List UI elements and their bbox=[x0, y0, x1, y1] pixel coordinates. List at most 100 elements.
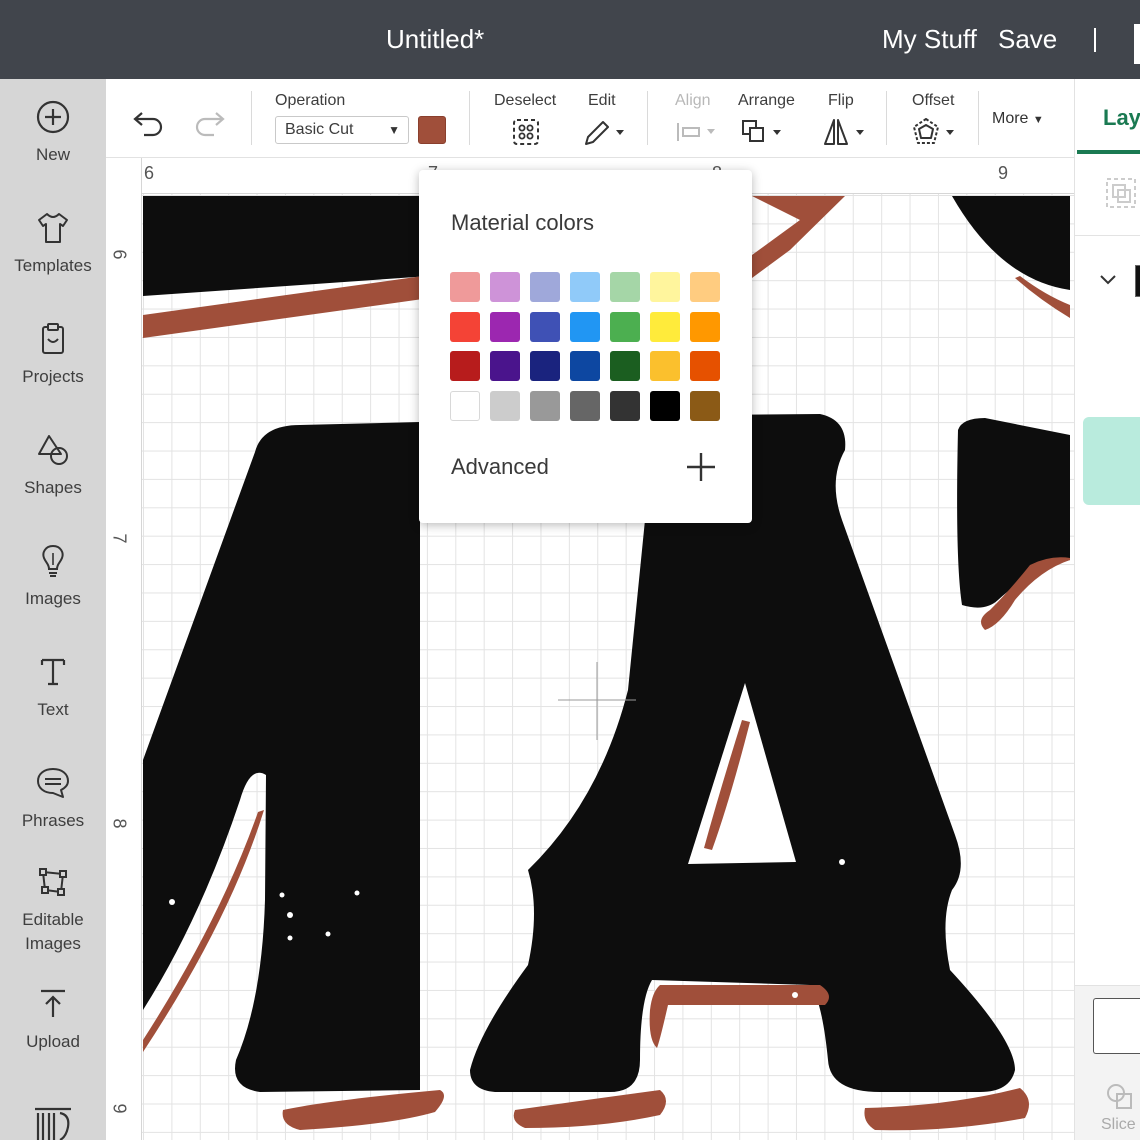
sidebar-item-phrases[interactable]: Phrases bbox=[0, 765, 106, 833]
sidebar-item-text[interactable]: Text bbox=[0, 654, 106, 722]
monogram-icon[interactable] bbox=[33, 1103, 73, 1140]
sidebar-item-label: Templates bbox=[14, 256, 92, 275]
text-icon bbox=[40, 658, 66, 686]
operation-label: Operation bbox=[275, 92, 346, 109]
layers-panel: Laye Slice bbox=[1074, 79, 1140, 1140]
shapes-icon bbox=[38, 435, 68, 465]
sidebar-item-label: Phrases bbox=[21, 811, 85, 830]
color-swatch[interactable] bbox=[490, 272, 520, 302]
ruler-tick-label: 6 bbox=[109, 249, 130, 260]
flip-dropdown-icon[interactable] bbox=[822, 117, 868, 147]
color-swatch[interactable] bbox=[610, 311, 640, 342]
sidebar-item-templates[interactable]: Templates bbox=[0, 210, 106, 278]
layer-thumbnail[interactable] bbox=[1135, 265, 1140, 297]
sidebar-item-projects[interactable]: Projects bbox=[0, 321, 106, 389]
align-label: Align bbox=[675, 92, 711, 109]
color-swatch[interactable] bbox=[530, 272, 560, 302]
save-button[interactable]: Save bbox=[998, 24, 1057, 55]
panel-footer: Slice bbox=[1075, 985, 1140, 1140]
top-bar-overflow-edge bbox=[1134, 24, 1140, 64]
distress-speck bbox=[169, 899, 175, 905]
color-swatch[interactable] bbox=[610, 272, 640, 302]
distress-speck bbox=[287, 912, 293, 918]
active-tab-indicator bbox=[1077, 150, 1140, 154]
color-swatch[interactable] bbox=[530, 390, 560, 421]
distress-speck bbox=[839, 859, 845, 865]
color-swatch[interactable] bbox=[690, 311, 720, 342]
sidebar-item-images[interactable]: Images bbox=[0, 543, 106, 611]
slice-icon[interactable] bbox=[1105, 1082, 1135, 1112]
toolbar-divider bbox=[978, 91, 979, 145]
letter-shadow-shape bbox=[752, 196, 845, 278]
color-swatch[interactable] bbox=[650, 311, 680, 342]
more-dropdown-button[interactable]: More ▼ bbox=[992, 110, 1044, 128]
advanced-label[interactable]: Advanced bbox=[451, 454, 549, 480]
deselect-icon[interactable] bbox=[511, 117, 541, 147]
sidebar-item-new[interactable]: New bbox=[0, 99, 106, 167]
letter-shadow-shape bbox=[513, 1090, 666, 1128]
color-swatch[interactable] bbox=[690, 390, 720, 421]
pencil-dropdown-icon[interactable] bbox=[583, 117, 627, 147]
color-swatch[interactable] bbox=[610, 390, 640, 421]
sidebar-item-shapes[interactable]: Shapes bbox=[0, 432, 106, 500]
arrange-dropdown-icon[interactable] bbox=[740, 117, 784, 147]
color-swatch[interactable] bbox=[650, 272, 680, 302]
align-dropdown-icon[interactable] bbox=[676, 121, 720, 143]
lightbulb-icon bbox=[42, 544, 64, 577]
color-swatch[interactable] bbox=[490, 390, 520, 421]
operation-select[interactable]: Basic Cut ▼ bbox=[275, 116, 409, 144]
my-stuff-link[interactable]: My Stuff bbox=[882, 24, 977, 55]
color-swatch[interactable] bbox=[570, 390, 600, 421]
ruler-tick-label: 9 bbox=[998, 163, 1009, 183]
group-icon[interactable] bbox=[1105, 177, 1137, 209]
clipboard-icon bbox=[42, 323, 64, 354]
color-swatch[interactable] bbox=[570, 351, 600, 381]
ruler-tick-label: 6 bbox=[144, 163, 155, 183]
offset-dropdown-icon[interactable] bbox=[912, 117, 958, 147]
letter-shape bbox=[143, 422, 420, 1092]
tab-layers[interactable]: Laye bbox=[1103, 105, 1140, 131]
undo-icon[interactable] bbox=[132, 107, 166, 137]
sidebar-item-upload[interactable]: Upload bbox=[0, 986, 106, 1054]
letter-shadow-shape bbox=[864, 1088, 1029, 1131]
color-swatch[interactable] bbox=[530, 311, 560, 342]
color-swatch[interactable] bbox=[450, 311, 480, 342]
distress-speck bbox=[279, 892, 285, 898]
ruler-tick-label: 7 bbox=[109, 533, 130, 544]
sidebar-item-label: Upload bbox=[26, 1032, 80, 1051]
color-swatch[interactable] bbox=[450, 351, 480, 381]
toolbar-divider bbox=[251, 91, 252, 145]
color-swatch[interactable] bbox=[450, 272, 480, 302]
plus-icon[interactable] bbox=[684, 450, 718, 484]
chevron-down-icon[interactable] bbox=[1099, 273, 1117, 287]
letter-shape bbox=[957, 418, 1070, 608]
layer-color-chip[interactable] bbox=[1083, 417, 1140, 505]
color-swatch[interactable] bbox=[490, 311, 520, 342]
blank-canvas-swatch[interactable] bbox=[1093, 998, 1140, 1054]
upload-icon bbox=[41, 989, 65, 1017]
document-title[interactable]: Untitled* bbox=[386, 24, 484, 55]
color-swatch[interactable] bbox=[530, 351, 560, 381]
redo-icon[interactable] bbox=[192, 107, 226, 137]
material-color-button[interactable] bbox=[418, 116, 446, 144]
color-swatch[interactable] bbox=[650, 351, 680, 381]
slice-button-label[interactable]: Slice bbox=[1101, 1116, 1136, 1134]
color-swatch[interactable] bbox=[690, 272, 720, 302]
sidebar-item-label-line2: Images bbox=[25, 934, 81, 953]
popup-title: Material colors bbox=[451, 210, 595, 235]
color-swatch[interactable] bbox=[610, 351, 640, 381]
top-bar-divider bbox=[1094, 28, 1096, 52]
arrange-label: Arrange bbox=[738, 92, 795, 109]
material-colors-popup: Material colors Advanced bbox=[419, 170, 752, 523]
caret-down-icon: ▼ bbox=[1032, 114, 1044, 126]
ruler-tick-label: 8 bbox=[109, 818, 130, 829]
color-swatch[interactable] bbox=[570, 272, 600, 302]
flip-label: Flip bbox=[828, 92, 854, 109]
color-swatch[interactable] bbox=[450, 390, 480, 421]
toolbar-divider bbox=[469, 91, 470, 145]
color-swatch[interactable] bbox=[690, 351, 720, 381]
color-swatch[interactable] bbox=[650, 390, 680, 421]
color-swatch[interactable] bbox=[570, 311, 600, 342]
sidebar-item-editable-images[interactable]: Editable Images bbox=[0, 864, 106, 956]
color-swatch[interactable] bbox=[490, 351, 520, 381]
